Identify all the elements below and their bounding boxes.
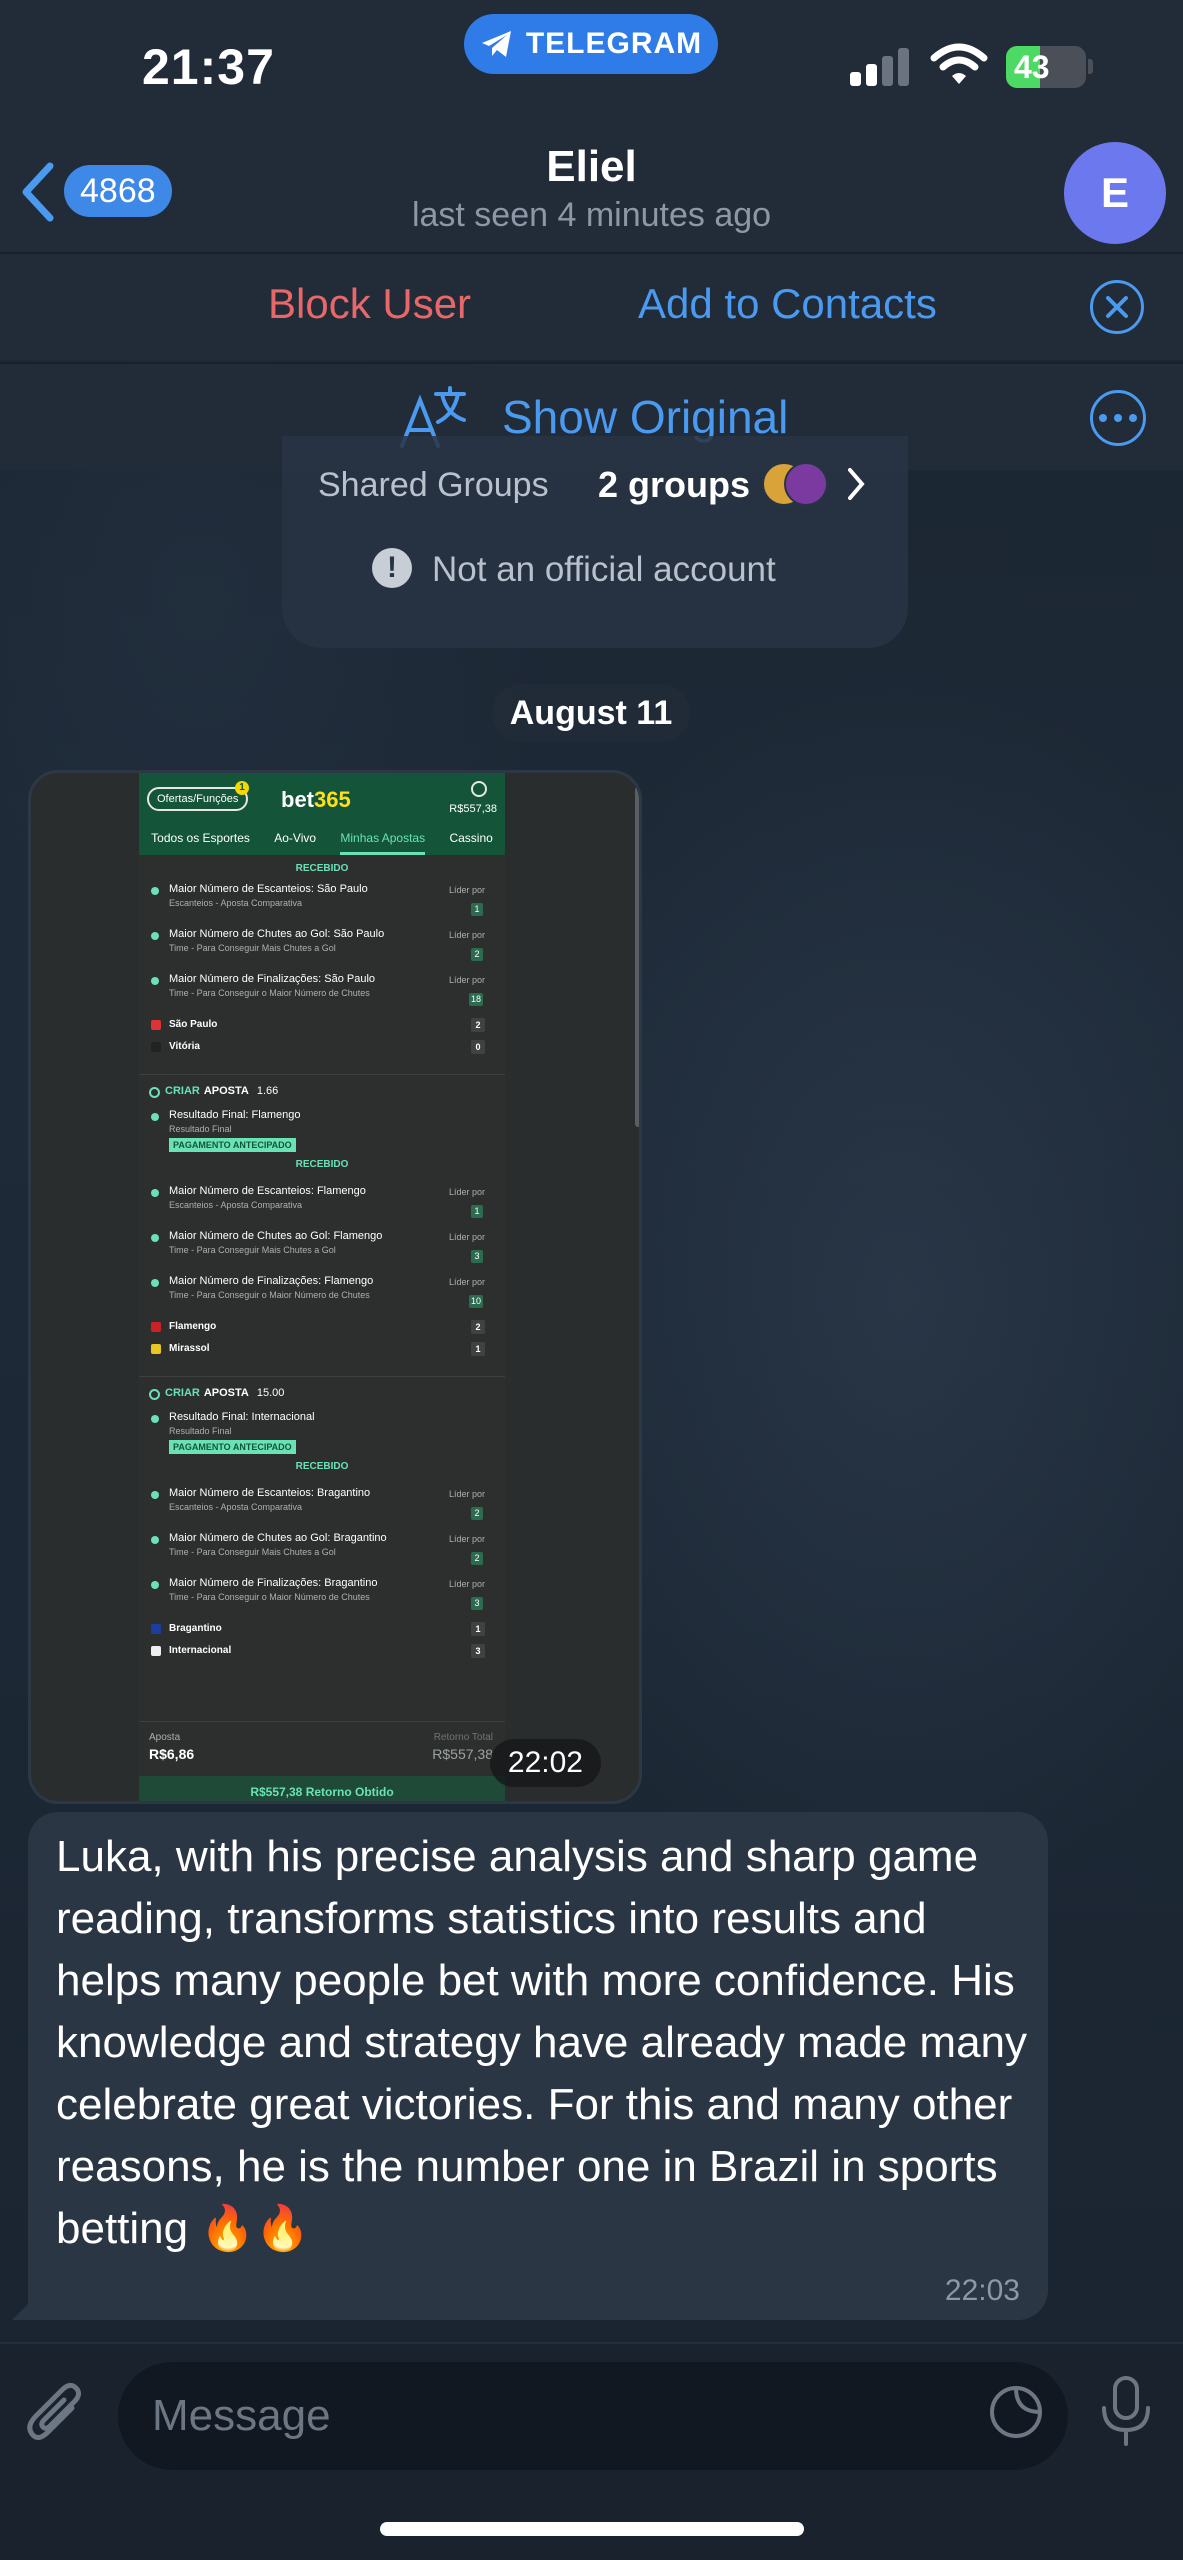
- battery-level: 43: [1014, 49, 1050, 85]
- sticker-icon[interactable]: [986, 2382, 1046, 2442]
- market-row: Maior Número de Escanteios: São Paulo Es…: [139, 879, 505, 924]
- team-row: Bragantino 1: [139, 1618, 505, 1640]
- retorno-value: R$557,38: [432, 1746, 493, 1762]
- photo-message[interactable]: Ofertas/Funções 1 bet365 R$557,38 Todos …: [28, 770, 642, 1804]
- telegram-app-pill[interactable]: TELEGRAM: [464, 14, 718, 74]
- bet-tab: Cassino: [449, 831, 493, 845]
- battery-cap: [1088, 59, 1093, 74]
- contact-info-card: Shared Groups 2 groups ! Not an official…: [282, 436, 908, 648]
- microphone-icon[interactable]: [1096, 2374, 1156, 2450]
- paperclip-icon[interactable]: [24, 2378, 90, 2454]
- team-crest-icon: [151, 1322, 161, 1332]
- bet-logo: bet365: [281, 787, 351, 812]
- bet-screenshot-image: Ofertas/Funções 1 bet365 R$557,38 Todos …: [139, 773, 505, 1801]
- shared-groups-label: Shared Groups: [318, 466, 549, 504]
- message-timestamp: 22:03: [944, 2274, 1020, 2307]
- telegram-plane-icon: [481, 31, 511, 57]
- close-icon: [1106, 296, 1128, 318]
- team-row: Mirassol 1: [139, 1338, 505, 1360]
- market-row: Maior Número de Escanteios: Flamengo Esc…: [139, 1181, 505, 1226]
- more-dot-icon: [1099, 414, 1107, 422]
- team-crest-icon: [151, 1646, 161, 1656]
- team-crest-icon: [151, 1624, 161, 1634]
- home-indicator[interactable]: [380, 2522, 804, 2536]
- chat-header: 4868 Eliel last seen 4 minutes ago E: [0, 140, 1183, 252]
- photo-timestamp: 22:02: [489, 1739, 601, 1787]
- bet-slip-header: CRIAR APOSTA 15.00: [139, 1387, 505, 1409]
- offers-badge: 1: [235, 781, 249, 795]
- more-dot-icon: [1114, 414, 1122, 422]
- status-bar: 21:37 TELEGRAM 43: [0, 0, 1183, 140]
- market-row: Maior Número de Chutes ao Gol: São Paulo…: [139, 924, 505, 969]
- team-row: Internacional 3: [139, 1640, 505, 1662]
- chat-title[interactable]: Eliel: [0, 142, 1183, 192]
- team-row: Flamengo 2: [139, 1316, 505, 1338]
- text-message-bubble[interactable]: Luka, with his precise analysis and shar…: [12, 1812, 1048, 2320]
- market-row: Maior Número de Finalizações: Bragantino…: [139, 1573, 505, 1618]
- scroll-indicator: [635, 787, 639, 1127]
- bet-footer: Aposta R$6,86 Retorno Total R$557,38 R$5…: [139, 1721, 505, 1801]
- aposta-label: Aposta: [149, 1732, 181, 1743]
- group-avatar: [784, 462, 828, 506]
- wifi-icon: [930, 43, 988, 84]
- battery-icon: 43: [1006, 46, 1086, 88]
- close-action-bar-button[interactable]: [1090, 280, 1144, 334]
- retorno-label: Retorno Total: [433, 1732, 493, 1743]
- shared-groups-value[interactable]: 2 groups: [598, 464, 750, 506]
- message-input[interactable]: [118, 2362, 1068, 2470]
- bet-tabs: Todos os Esportes Ao-Vivo Minhas Apostas…: [139, 825, 505, 855]
- cellular-signal-icon: [850, 46, 910, 86]
- bet-tab-active: Minhas Apostas: [340, 825, 426, 855]
- market-row: Maior Número de Chutes ao Gol: Flamengo …: [139, 1226, 505, 1271]
- status-time: 21:37: [142, 39, 275, 95]
- team-row: São Paulo 2: [139, 1014, 505, 1036]
- market-row: Maior Número de Finalizações: Flamengo T…: [139, 1271, 505, 1316]
- date-separator: August 11: [492, 684, 690, 742]
- contact-action-bar: Block User Add to Contacts: [0, 252, 1183, 360]
- user-icon: [471, 781, 487, 797]
- market-row: Maior Número de Chutes ao Gol: Bragantin…: [139, 1528, 505, 1573]
- retorno-obtido-banner: R$557,38 Retorno Obtido: [139, 1776, 505, 1801]
- bet-app-header: Ofertas/Funções 1 bet365 R$557,38 Todos …: [139, 773, 505, 855]
- bet-list: RECEBIDO Maior Número de Escanteios: São…: [139, 863, 505, 1662]
- telegram-pill-label: TELEGRAM: [525, 27, 703, 60]
- team-row: Vitória 0: [139, 1036, 505, 1058]
- contact-avatar[interactable]: E: [1064, 142, 1166, 244]
- result-row: Resultado Final: Flamengo Resultado Fina…: [139, 1107, 505, 1181]
- bet-balance: R$557,38: [449, 803, 497, 815]
- team-crest-icon: [151, 1344, 161, 1354]
- team-crest-icon: [151, 1020, 161, 1030]
- market-row: Maior Número de Finalizações: São Paulo …: [139, 969, 505, 1014]
- market-row: Maior Número de Escanteios: Bragantino E…: [139, 1483, 505, 1528]
- aposta-value: R$6,86: [149, 1746, 195, 1762]
- bet-slip-header: CRIAR APOSTA 1.66: [139, 1085, 505, 1107]
- bet-tab: Todos os Esportes: [151, 831, 250, 845]
- more-dot-icon: [1129, 414, 1137, 422]
- offers-button: Ofertas/Funções: [147, 787, 249, 811]
- block-user-button[interactable]: Block User: [268, 280, 471, 328]
- recebido-label: RECEBIDO: [295, 863, 349, 874]
- not-official-label: Not an official account: [432, 550, 776, 589]
- add-to-contacts-button[interactable]: Add to Contacts: [638, 280, 937, 328]
- team-crest-icon: [151, 1042, 161, 1052]
- chat-last-seen: last seen 4 minutes ago: [411, 196, 772, 234]
- warning-icon: !: [372, 548, 412, 588]
- chevron-right-icon[interactable]: [844, 466, 868, 502]
- message-text: Luka, with his precise analysis and shar…: [56, 1832, 1028, 2253]
- group-avatars[interactable]: [762, 462, 832, 508]
- more-options-button[interactable]: [1090, 390, 1146, 446]
- result-row: Resultado Final: Internacional Resultado…: [139, 1409, 505, 1483]
- bet-tab: Ao-Vivo: [274, 831, 317, 845]
